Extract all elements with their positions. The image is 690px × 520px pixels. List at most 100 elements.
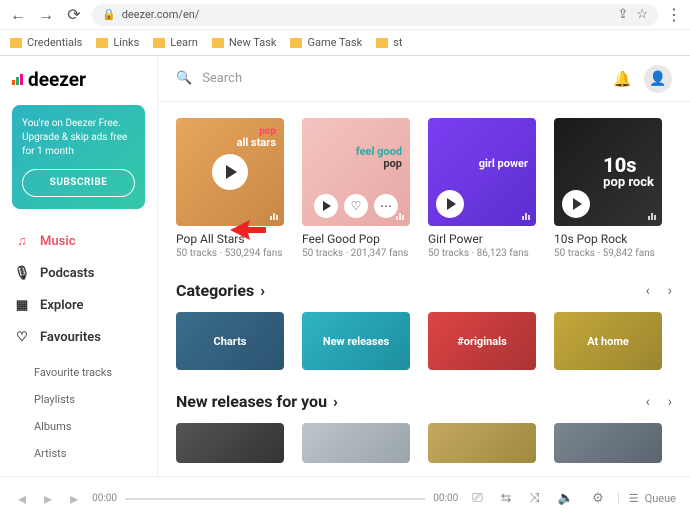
heart-icon: ♡ <box>14 329 30 345</box>
bookmark-item[interactable]: Learn <box>153 36 198 49</box>
subscribe-button[interactable]: SUBSCRIBE <box>22 169 135 197</box>
play-pause-button[interactable]: ▸ <box>40 489 56 508</box>
browser-toolbar: ← → ⟳ 🔒 deezer.com/en/ ⇪ ☆ ⋮ <box>0 0 690 30</box>
bookmark-item[interactable]: Credentials <box>10 36 82 49</box>
section-new-releases[interactable]: New releases for you› <box>176 392 338 411</box>
favourites-subnav: Favourite tracks Playlists Albums Artist… <box>12 359 145 467</box>
star-icon[interactable]: ☆ <box>636 7 648 22</box>
grid-icon: ▦ <box>14 297 30 313</box>
playlist-cover: girl power <box>428 118 536 226</box>
mic-icon: 🎙 <box>14 265 30 281</box>
prev-track-button[interactable]: ◂ <box>14 489 30 508</box>
scroll-left-button[interactable]: ‹ <box>646 283 650 299</box>
music-icon: ♫ <box>14 233 30 249</box>
deezer-logo[interactable]: deezer <box>12 68 145 91</box>
forward-button[interactable]: → <box>36 5 56 25</box>
release-card[interactable] <box>428 423 536 463</box>
folder-icon <box>153 38 165 48</box>
playlist-subtitle: 50 tracks · 86,123 fans <box>428 248 536 259</box>
bookmarks-bar: Credentials Links Learn New Task Game Ta… <box>0 30 690 56</box>
category-card[interactable]: #originals <box>428 312 536 370</box>
repeat-icon[interactable]: ⇆ <box>497 491 516 506</box>
playlist-card[interactable]: 10spop rock 10s Pop Rock 50 tracks · 59,… <box>554 118 662 259</box>
back-button[interactable]: ← <box>8 5 28 25</box>
playlist-subtitle: 50 tracks · 59,842 fans <box>554 248 662 259</box>
reload-button[interactable]: ⟳ <box>64 5 84 25</box>
queue-button[interactable]: ☰Queue <box>618 492 676 505</box>
playlist-title: Girl Power <box>428 232 536 246</box>
playlist-card[interactable]: popall stars Pop All Stars 50 tracks · 5… <box>176 118 284 259</box>
release-card[interactable] <box>302 423 410 463</box>
volume-icon[interactable]: 🔈 <box>554 491 578 506</box>
playlist-title: 10s Pop Rock <box>554 232 662 246</box>
address-bar[interactable]: 🔒 deezer.com/en/ ⇪ ☆ <box>92 4 658 26</box>
scroll-right-button[interactable]: › <box>668 394 672 410</box>
scroll-left-button[interactable]: ‹ <box>646 394 650 410</box>
queue-icon: ☰ <box>629 492 639 505</box>
player-bar: ◂ ▸ ▸ 00:00 00:00 ⎚ ⇆ ⤨ 🔈 ⚙ ☰Queue <box>0 476 690 520</box>
equalizer-icon <box>396 213 404 220</box>
search-icon: 🔍 <box>176 71 192 86</box>
subnav-albums[interactable]: Albums <box>34 413 145 440</box>
nav-favourites[interactable]: ♡Favourites <box>12 321 145 353</box>
nav-explore[interactable]: ▦Explore <box>12 289 145 321</box>
more-button[interactable]: ⋯ <box>374 194 398 218</box>
promo-card: You're on Deezer Free. Upgrade & skip ad… <box>12 105 145 209</box>
next-track-button[interactable]: ▸ <box>66 489 82 508</box>
notifications-icon[interactable]: 🔔 <box>613 70 632 88</box>
bookmark-item[interactable]: Links <box>96 36 139 49</box>
equalizer-icon <box>12 74 23 85</box>
category-card[interactable]: Charts <box>176 312 284 370</box>
section-categories[interactable]: Categories› <box>176 281 265 300</box>
playlist-cover: 10spop rock <box>554 118 662 226</box>
favourite-button[interactable]: ♡ <box>344 194 368 218</box>
lock-icon: 🔒 <box>102 8 116 21</box>
folder-icon <box>290 38 302 48</box>
search-placeholder: Search <box>202 71 242 86</box>
bookmark-item[interactable]: New Task <box>212 36 277 49</box>
play-button[interactable] <box>562 190 590 218</box>
share-icon[interactable]: ⇪ <box>617 7 628 22</box>
play-button[interactable] <box>212 154 248 190</box>
avatar[interactable]: 👤 <box>644 65 672 93</box>
chevron-right-icon: › <box>333 392 338 411</box>
settings-icon[interactable]: ⚙ <box>588 491 608 506</box>
shuffle-icon[interactable]: ⤨ <box>526 491 544 506</box>
nav-music[interactable]: ♫Music <box>12 225 145 257</box>
subnav-favourite-tracks[interactable]: Favourite tracks <box>34 359 145 386</box>
equalizer-icon <box>648 213 656 220</box>
bookmark-item[interactable]: st <box>376 36 402 49</box>
bookmark-item[interactable]: Game Task <box>290 36 362 49</box>
total-time: 00:00 <box>433 493 458 504</box>
scroll-right-button[interactable]: › <box>668 283 672 299</box>
search-input[interactable]: 🔍 Search <box>176 71 601 86</box>
subnav-playlists[interactable]: Playlists <box>34 386 145 413</box>
playlist-subtitle: 50 tracks · 201,347 fans <box>302 248 410 259</box>
play-button[interactable] <box>436 190 464 218</box>
nav-podcasts[interactable]: 🎙Podcasts <box>12 257 145 289</box>
subnav-artists[interactable]: Artists <box>34 440 145 467</box>
elapsed-time: 00:00 <box>92 493 117 504</box>
browser-menu-icon[interactable]: ⋮ <box>666 5 682 24</box>
playlist-cover: feel goodpop ♡ ⋯ <box>302 118 410 226</box>
playlist-card[interactable]: feel goodpop ♡ ⋯ Feel Good Pop 50 tracks… <box>302 118 410 259</box>
release-card[interactable] <box>554 423 662 463</box>
url-text: deezer.com/en/ <box>122 8 200 21</box>
seek-bar[interactable] <box>125 498 425 500</box>
category-card[interactable]: At home <box>554 312 662 370</box>
folder-icon <box>376 38 388 48</box>
equalizer-icon <box>522 213 530 220</box>
play-button[interactable] <box>314 194 338 218</box>
release-card[interactable] <box>176 423 284 463</box>
folder-icon <box>212 38 224 48</box>
sidebar: deezer You're on Deezer Free. Upgrade & … <box>0 56 158 476</box>
folder-icon <box>10 38 22 48</box>
playlist-card[interactable]: girl power Girl Power 50 tracks · 86,123… <box>428 118 536 259</box>
equalizer-icon <box>270 213 278 220</box>
playlist-cover: popall stars <box>176 118 284 226</box>
chromecast-icon[interactable]: ⎚ <box>468 491 486 506</box>
main-content: popall stars Pop All Stars 50 tracks · 5… <box>158 102 690 476</box>
category-card[interactable]: New releases <box>302 312 410 370</box>
playlist-title: Feel Good Pop <box>302 232 410 246</box>
topbar: 🔍 Search 🔔 👤 <box>158 56 690 102</box>
